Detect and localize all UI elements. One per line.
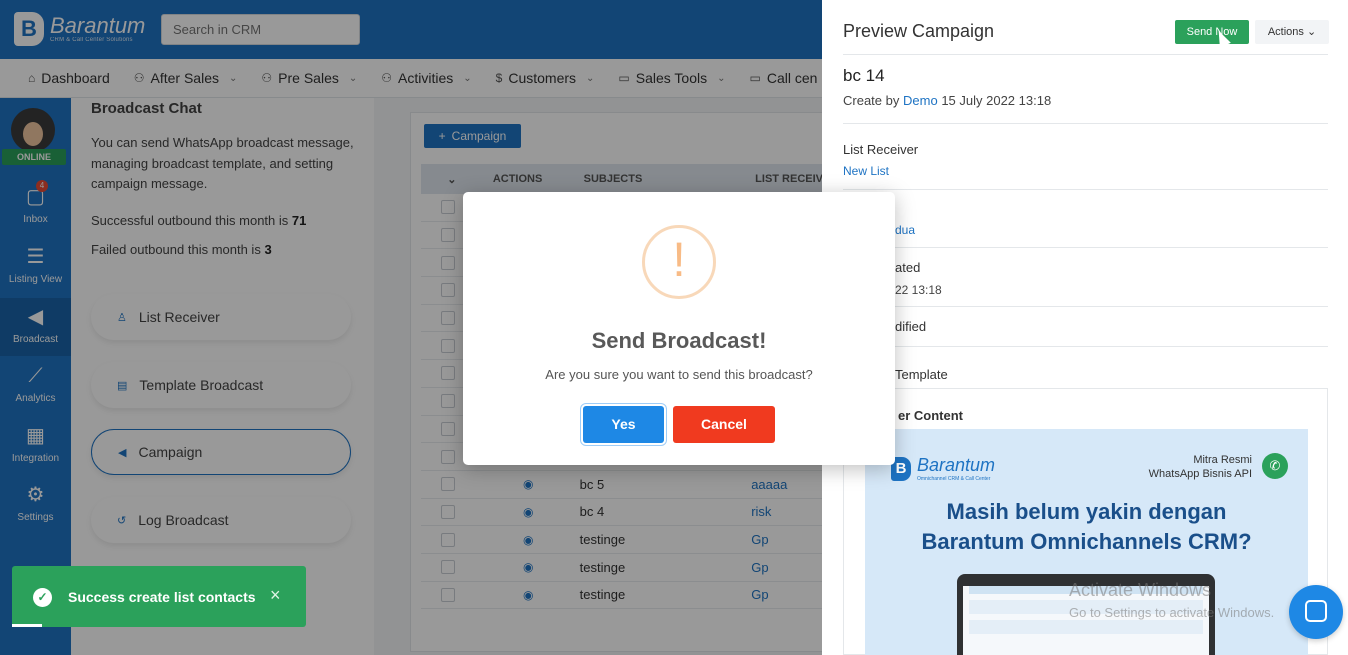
success-toast: ✓ Success create list contacts ×: [12, 566, 306, 627]
cancel-button[interactable]: Cancel: [673, 406, 775, 443]
list-receiver-label: List Receiver: [843, 142, 919, 157]
banner-headline: Masih belum yakin dengan Barantum Omnicha…: [865, 497, 1308, 557]
preview-panel: Preview Campaign Send Now Actions ⌄ bc 1…: [822, 0, 1348, 655]
created-by-prefix: Create by: [843, 93, 900, 108]
check-icon: ✓: [33, 588, 52, 607]
banner-logo: B Barantum Omnichannel CRM & Call Center: [891, 455, 995, 482]
confirm-dialog: ! Send Broadcast! Are you sure you want …: [463, 192, 895, 465]
preview-title: Preview Campaign: [843, 21, 995, 41]
headline-line-1: Masih belum yakin dengan: [946, 499, 1227, 524]
mitra-line-1: Mitra Resmi: [1193, 454, 1252, 466]
mitra-line-2: WhatsApp Bisnis API: [1148, 468, 1252, 480]
windows-watermark: Activate Windows: [1069, 580, 1212, 600]
warning-icon: !: [642, 225, 716, 299]
toast-message: Success create list contacts: [68, 589, 256, 605]
close-icon[interactable]: ×: [270, 585, 281, 606]
template-label: Template: [895, 367, 948, 382]
template-banner-image: B Barantum Omnichannel CRM & Call Center …: [865, 429, 1308, 655]
list-receiver-link[interactable]: New List: [843, 164, 889, 178]
created-label: ated: [895, 260, 921, 275]
created-by: Create by Demo 15 July 2022 13:18: [843, 93, 1051, 108]
banner-mitra: Mitra Resmi WhatsApp Bisnis API: [1149, 453, 1252, 481]
divider: [843, 189, 1328, 190]
divider: [843, 346, 1328, 347]
modified-label: dified: [895, 319, 927, 334]
field-link[interactable]: dua: [895, 223, 915, 237]
chat-icon: [1305, 600, 1327, 622]
toast-progress: [12, 624, 42, 627]
content-label: er Content: [898, 408, 963, 423]
banner-brand-tag: Omnichannel CRM & Call Center: [917, 476, 991, 482]
send-now-button[interactable]: Send Now: [1175, 20, 1249, 44]
actions-dropdown[interactable]: Actions ⌄: [1255, 20, 1329, 44]
headline-line-2: Barantum Omnichannels CRM?: [921, 529, 1252, 554]
created-by-user-link[interactable]: Demo: [903, 93, 938, 108]
campaign-name: bc 14: [843, 66, 885, 85]
dialog-title: Send Broadcast!: [591, 328, 767, 353]
divider: [843, 54, 1328, 55]
whatsapp-icon: ✆: [1262, 453, 1288, 479]
created-value: 22 13:18: [895, 283, 942, 297]
divider: [843, 123, 1328, 124]
dialog-text: Are you sure you want to send this broad…: [545, 367, 813, 382]
created-by-date: 15 July 2022 13:18: [941, 93, 1052, 108]
banner-brand: Barantum: [917, 455, 996, 475]
actions-label: Actions: [1267, 26, 1304, 38]
chevron-down-icon: ⌄: [1306, 26, 1317, 38]
divider: [843, 306, 1328, 307]
divider: [843, 247, 1328, 248]
chat-widget-button[interactable]: [1289, 585, 1343, 639]
yes-button[interactable]: Yes: [583, 406, 664, 443]
windows-watermark-sub: Go to Settings to activate Windows.: [1069, 605, 1275, 620]
screen-row: [969, 620, 1203, 634]
